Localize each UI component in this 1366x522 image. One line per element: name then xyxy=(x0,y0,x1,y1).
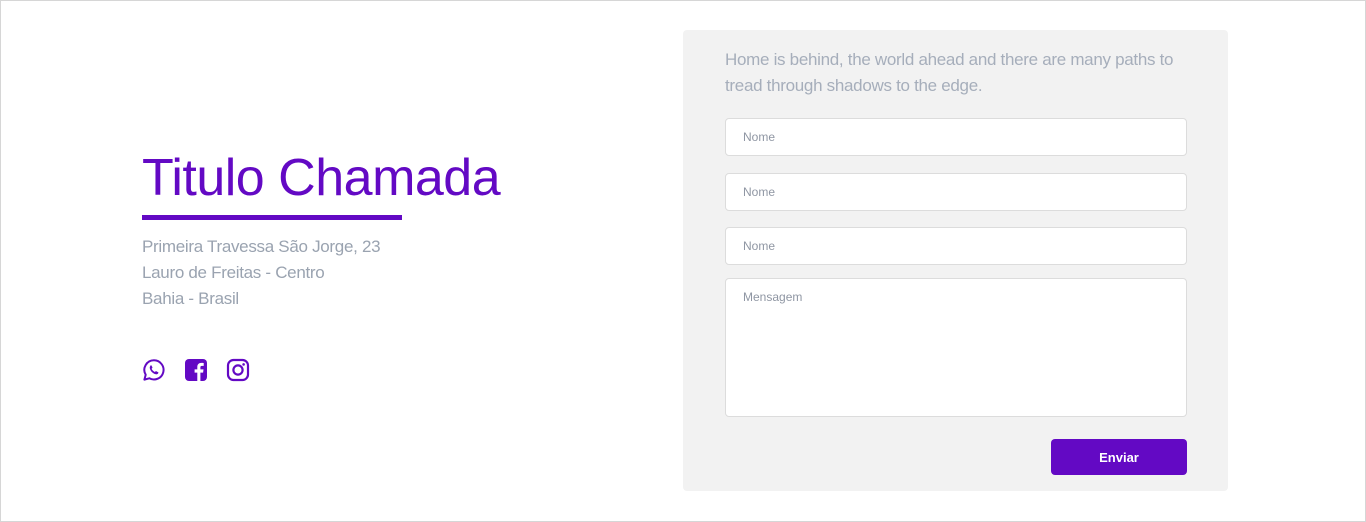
social-links xyxy=(142,358,250,382)
facebook-icon[interactable] xyxy=(184,358,208,382)
address-block: Primeira Travessa São Jorge, 23 Lauro de… xyxy=(142,234,562,312)
address-line: Lauro de Freitas - Centro xyxy=(142,263,325,282)
whatsapp-icon[interactable] xyxy=(142,358,166,382)
third-name-input[interactable] xyxy=(725,227,1187,265)
name-input[interactable] xyxy=(725,118,1187,156)
form-intro-text: Home is behind, the world ahead and ther… xyxy=(725,50,1174,95)
second-name-input[interactable] xyxy=(725,173,1187,211)
message-textarea[interactable] xyxy=(725,278,1187,417)
send-button[interactable]: Enviar xyxy=(1051,439,1187,475)
address-line: Primeira Travessa São Jorge, 23 xyxy=(142,237,381,256)
contact-form-card: Home is behind, the world ahead and ther… xyxy=(683,30,1228,491)
title-underline xyxy=(142,215,402,220)
instagram-icon[interactable] xyxy=(226,358,250,382)
contact-info: Titulo Chamada Primeira Travessa São Jor… xyxy=(142,148,562,382)
address-line: Bahia - Brasil xyxy=(142,289,239,308)
page-title: Titulo Chamada xyxy=(142,149,501,207)
